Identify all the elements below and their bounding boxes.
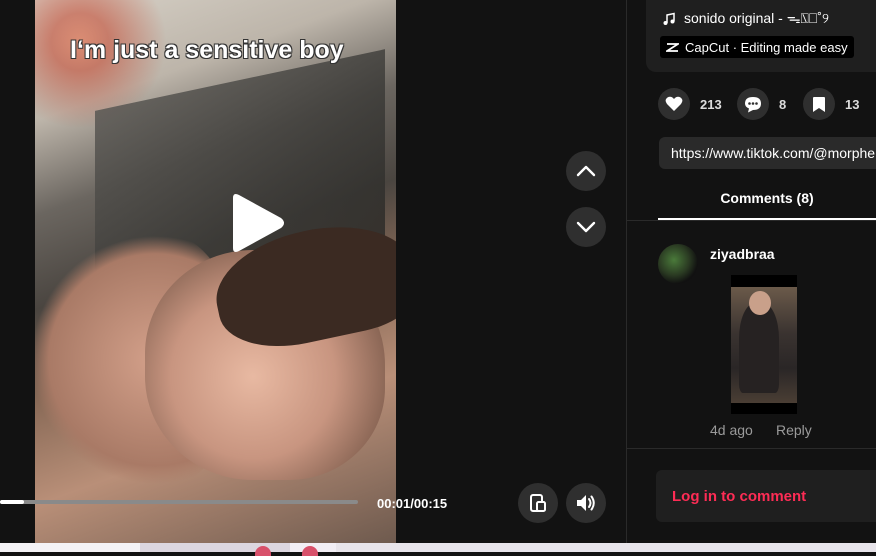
comment-timestamp: 4d ago <box>710 422 753 438</box>
progress-bar[interactable] <box>0 500 358 504</box>
comment-bubble-icon <box>745 96 761 112</box>
next-video-button[interactable] <box>566 207 606 247</box>
video-link-field[interactable]: https://www.tiktok.com/@morphe <box>659 137 876 169</box>
capcut-label: CapCut · Editing made easy <box>685 39 848 55</box>
like-button[interactable] <box>658 88 690 120</box>
playback-time: 00:01/00:15 <box>377 496 448 511</box>
comment-username[interactable]: ziyadbraa <box>710 246 775 262</box>
taskbar-app-icon[interactable] <box>302 546 318 556</box>
divider <box>626 448 876 449</box>
previous-video-button[interactable] <box>566 151 606 191</box>
comment-count: 8 <box>779 96 787 112</box>
taskbar-segment <box>0 543 140 552</box>
comment-button[interactable] <box>737 88 769 120</box>
save-count: 13 <box>845 96 860 112</box>
save-stat[interactable]: 13 <box>803 88 859 120</box>
capcut-badge[interactable]: CapCut · Editing made easy <box>660 36 854 58</box>
like-stat[interactable]: 213 <box>658 88 722 120</box>
comment-image-head <box>749 291 771 315</box>
bookmark-icon <box>813 96 825 112</box>
chevron-down-icon <box>576 221 596 233</box>
capcut-icon <box>666 42 679 52</box>
comment-image-person <box>739 303 779 393</box>
music-note-icon <box>663 12 675 25</box>
save-button[interactable] <box>803 88 835 120</box>
video-player[interactable]: I‘m just a sensitive boy <box>35 0 396 543</box>
comment-image[interactable] <box>731 275 797 414</box>
reply-button[interactable]: Reply <box>776 422 812 438</box>
chevron-up-icon <box>576 165 596 177</box>
floating-player-button[interactable] <box>518 483 558 523</box>
volume-button[interactable] <box>566 483 606 523</box>
video-area: I‘m just a sensitive boy 00:01/00:15 <box>0 0 626 543</box>
music-info[interactable]: sonido original - ᯓ⍂⎕˚୨ <box>662 9 829 28</box>
comment-stat[interactable]: 8 <box>737 88 786 120</box>
progress-fill <box>0 500 24 504</box>
tab-comments[interactable]: Comments (8) <box>658 190 876 220</box>
taskbar-app-icon[interactable] <box>255 546 271 556</box>
pip-icon <box>530 494 546 512</box>
music-title: sonido original - ᯓ⍂⎕˚୨ <box>684 10 829 26</box>
like-count: 213 <box>700 96 722 112</box>
video-caption: I‘m just a sensitive boy <box>70 36 344 64</box>
taskbar <box>0 543 876 556</box>
heart-icon <box>665 96 683 111</box>
volume-icon <box>577 495 595 511</box>
avatar[interactable] <box>658 244 698 284</box>
play-icon[interactable] <box>227 192 287 254</box>
tab-divider <box>626 220 876 221</box>
login-to-comment-link[interactable]: Log in to comment <box>672 488 806 505</box>
